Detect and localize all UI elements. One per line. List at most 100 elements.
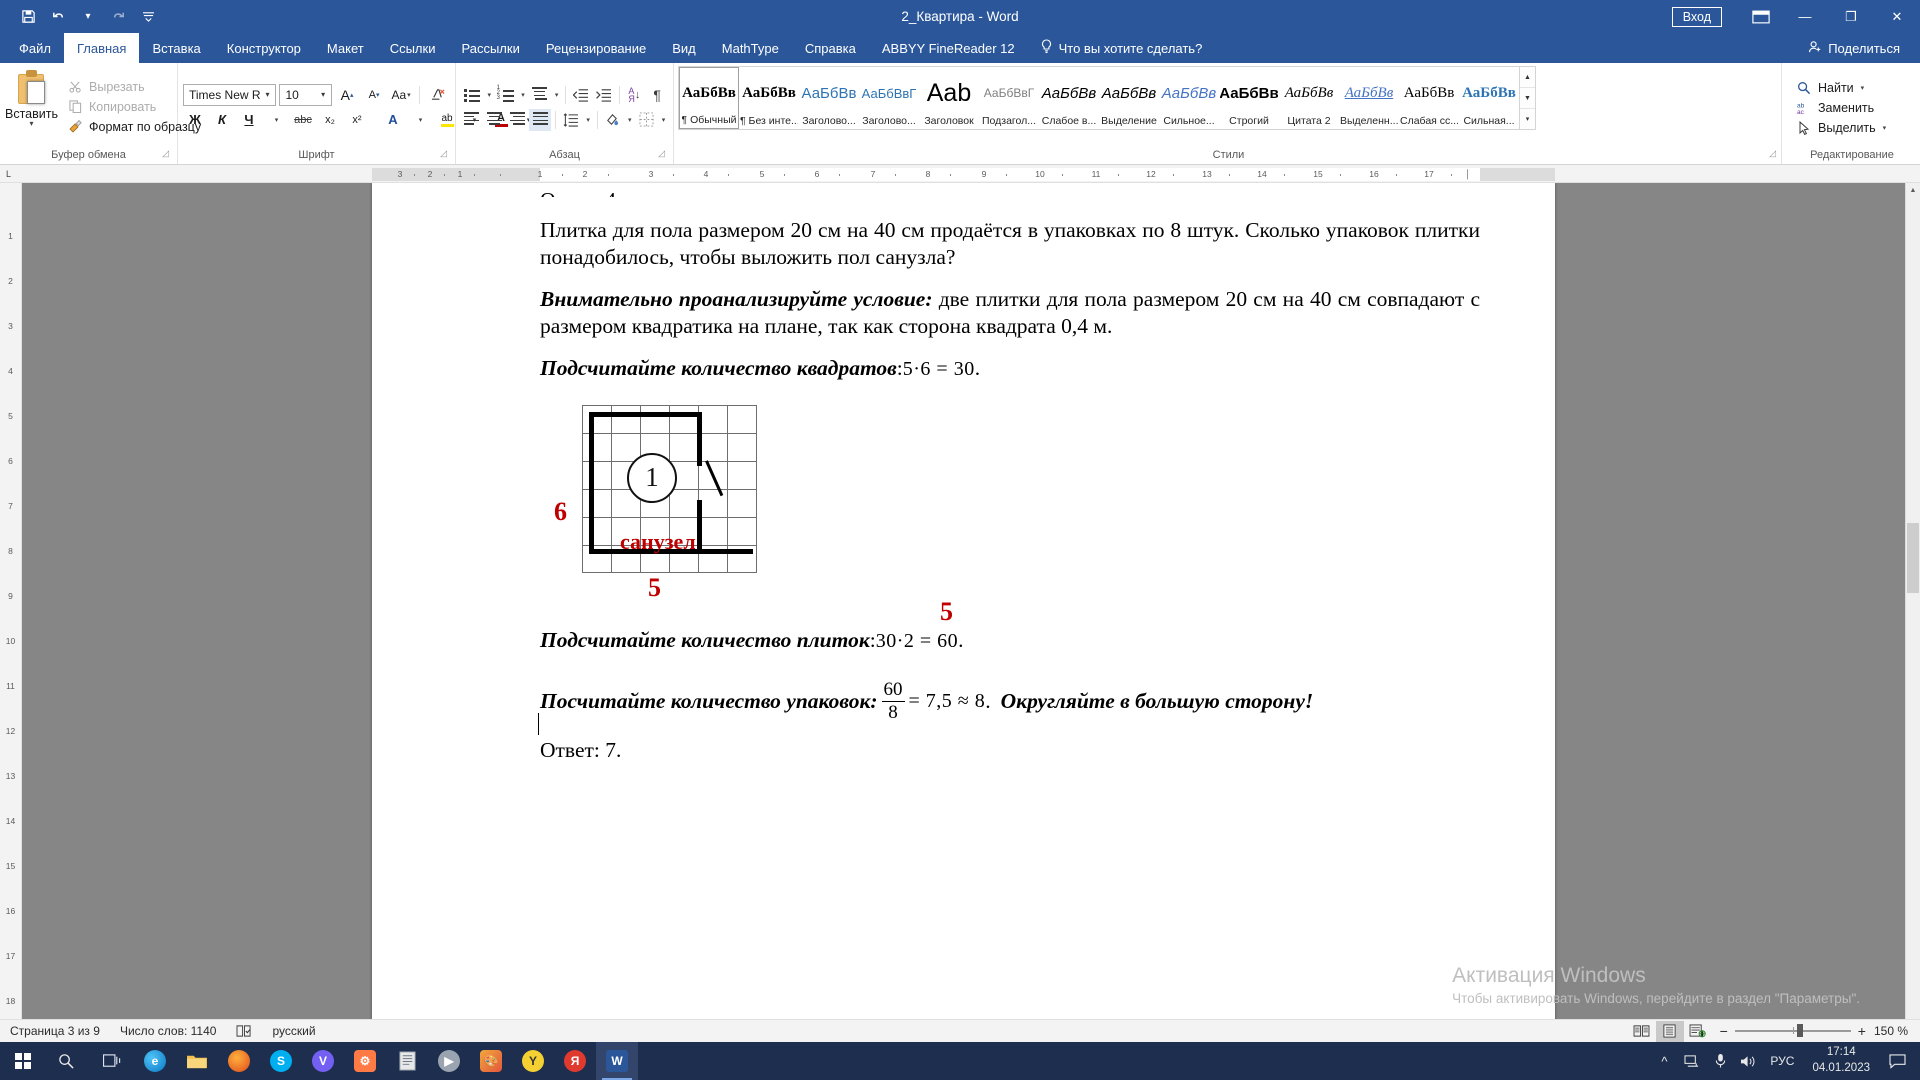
tab-design[interactable]: Конструктор	[214, 33, 314, 63]
bullets-dropdown-icon[interactable]: ▾	[484, 84, 494, 106]
tab-insert[interactable]: Вставка	[139, 33, 213, 63]
scroll-up-icon[interactable]: ▲	[1906, 183, 1920, 198]
paragraph-dialog-launcher[interactable]: ◿	[658, 145, 665, 162]
style-item-7[interactable]: АаБбВв Выделение	[1099, 67, 1159, 129]
show-formatting-marks-button[interactable]: ¶	[646, 84, 668, 106]
proofing-status-icon[interactable]	[226, 1024, 262, 1038]
font-size-combo[interactable]: 10 ▾	[279, 83, 333, 106]
style-item-2[interactable]: АаБбВв Заголово...	[799, 67, 859, 129]
search-icon[interactable]	[46, 1042, 86, 1080]
underline-button[interactable]: Ч	[237, 109, 261, 131]
numbering-button[interactable]: 123	[495, 84, 517, 106]
network-icon[interactable]	[1678, 1042, 1706, 1080]
tab-stop-selector[interactable]: L	[6, 169, 11, 179]
tab-references[interactable]: Ссылки	[377, 33, 449, 63]
chevron-down-icon[interactable]: ▾	[317, 90, 329, 99]
style-item-9[interactable]: АаБбВв Строгий	[1219, 67, 1279, 129]
increase-indent-button[interactable]	[593, 84, 615, 106]
multilevel-dropdown-icon[interactable]: ▾	[551, 84, 561, 106]
text-effects-button[interactable]: A	[381, 109, 405, 131]
page-indicator[interactable]: Страница 3 из 9	[0, 1024, 110, 1038]
vertical-scrollbar[interactable]: ▲ ▼	[1905, 183, 1920, 1042]
tab-help[interactable]: Справка	[792, 33, 869, 63]
style-item-13[interactable]: АаБбВв Сильная...	[1459, 67, 1519, 129]
scrollbar-thumb[interactable]	[1907, 523, 1919, 593]
floor-plan-figure[interactable]: 1 санузел 6 5	[540, 397, 1480, 607]
print-layout-view-button[interactable]	[1655, 1020, 1684, 1042]
read-mode-view-button[interactable]	[1628, 1021, 1656, 1042]
save-icon[interactable]	[14, 4, 42, 30]
word-count[interactable]: Число слов: 1140	[110, 1024, 227, 1038]
borders-button[interactable]	[635, 109, 657, 131]
yandex-browser-icon[interactable]: Y	[512, 1042, 554, 1080]
sort-button[interactable]: AЯ ↓	[623, 84, 645, 106]
windows-start-icon[interactable]	[0, 1042, 46, 1080]
styles-dialog-launcher[interactable]: ◿	[1769, 145, 1776, 162]
task-view-icon[interactable]	[92, 1042, 134, 1080]
styles-gallery-scrollbar[interactable]: ▲ ▼ ▾	[1520, 66, 1536, 130]
firefox-icon[interactable]	[218, 1042, 260, 1080]
tab-home[interactable]: Главная	[63, 33, 140, 63]
redo-icon[interactable]	[104, 4, 132, 30]
style-item-6[interactable]: АаБбВв Слабое в...	[1039, 67, 1099, 129]
telegram-icon[interactable]: ⚙	[344, 1042, 386, 1080]
multilevel-list-button[interactable]	[528, 84, 550, 106]
font-dialog-launcher[interactable]: ◿	[440, 145, 447, 162]
zoom-out-button[interactable]: −	[1720, 1023, 1728, 1039]
show-hidden-icons-icon[interactable]: ^	[1650, 1042, 1678, 1080]
numbering-dropdown-icon[interactable]: ▾	[517, 84, 527, 106]
shading-dropdown-icon[interactable]: ▾	[624, 109, 634, 131]
notepad-icon[interactable]	[386, 1042, 428, 1080]
align-center-button[interactable]	[484, 109, 506, 131]
justify-button[interactable]	[529, 108, 551, 131]
clock[interactable]: 17:14 04.01.2023	[1802, 1045, 1880, 1076]
style-item-5[interactable]: АаБбВвГ Подзагол...	[979, 67, 1039, 129]
zoom-level-label[interactable]: 150 %	[1874, 1024, 1920, 1038]
change-case-button[interactable]: Aa ▾	[389, 84, 413, 106]
web-layout-view-button[interactable]	[1684, 1021, 1712, 1042]
text-effects-dropdown-icon[interactable]: ▾	[408, 109, 432, 131]
horizontal-ruler[interactable]: L 3 2 1 1 2 3 4 5 6 7 8 9 10 11 12 13 14…	[0, 165, 1920, 183]
decrease-indent-button[interactable]	[570, 84, 592, 106]
zoom-slider[interactable]: − +	[1712, 1023, 1874, 1039]
clipboard-dialog-launcher[interactable]: ◿	[162, 145, 169, 162]
undo-dropdown-icon[interactable]: ▾	[74, 4, 102, 30]
chevron-down-icon[interactable]: ▾	[261, 90, 273, 99]
volume-icon[interactable]	[1734, 1042, 1762, 1080]
find-dropdown-icon[interactable]: ▾	[1861, 84, 1865, 92]
underline-dropdown-icon[interactable]: ▾	[264, 109, 288, 131]
tab-file[interactable]: Файл	[6, 33, 64, 63]
skype-icon[interactable]: S	[260, 1042, 302, 1080]
tab-abbyy-finereader[interactable]: ABBYY FineReader 12	[869, 33, 1028, 63]
shrink-font-button[interactable]: A ▾	[362, 84, 386, 106]
shading-button[interactable]	[602, 109, 624, 131]
ribbon-display-options-icon[interactable]	[1740, 0, 1782, 33]
zoom-thumb[interactable]	[1797, 1024, 1804, 1038]
language-indicator[interactable]: русский	[262, 1024, 325, 1038]
sign-in-button[interactable]: Вход	[1671, 6, 1722, 27]
tab-view[interactable]: Вид	[659, 33, 709, 63]
style-item-8[interactable]: АаБбВв Сильное...	[1159, 67, 1219, 129]
close-button[interactable]: ✕	[1874, 0, 1920, 33]
style-item-10[interactable]: АаБбВв Цитата 2	[1279, 67, 1339, 129]
style-item-12[interactable]: АаБбВв Слабая сс...	[1399, 67, 1459, 129]
find-button[interactable]: Найти ▾	[1792, 78, 1912, 98]
styles-scroll-up-icon[interactable]: ▲	[1520, 67, 1535, 88]
language-indicator[interactable]: РУС	[1762, 1054, 1802, 1068]
font-name-combo[interactable]: Times New R ▾	[183, 83, 277, 106]
share-button[interactable]: Поделиться	[1796, 33, 1920, 63]
ruler-right-margin[interactable]	[1480, 168, 1555, 181]
styles-scroll-down-icon[interactable]: ▼	[1520, 88, 1535, 109]
align-left-button[interactable]	[461, 109, 483, 131]
style-item-11[interactable]: АаБбВв Выделенн...	[1339, 67, 1399, 129]
replace-button[interactable]: ab ac Заменить	[1792, 98, 1912, 118]
word-icon[interactable]: W	[596, 1042, 638, 1080]
style-item-1[interactable]: АаБбВв ¶ Без инте...	[739, 67, 799, 129]
tab-review[interactable]: Рецензирование	[533, 33, 659, 63]
tab-layout[interactable]: Макет	[314, 33, 377, 63]
strikethrough-button[interactable]: abc	[291, 109, 315, 131]
paint-icon[interactable]: 🎨	[470, 1042, 512, 1080]
document-workspace[interactable]: 1 2 3 4 5 6 7 8 9 10 11 12 13 14 15 16 1…	[0, 183, 1920, 1042]
yandex-icon[interactable]: Я	[554, 1042, 596, 1080]
borders-dropdown-icon[interactable]: ▾	[658, 109, 668, 131]
